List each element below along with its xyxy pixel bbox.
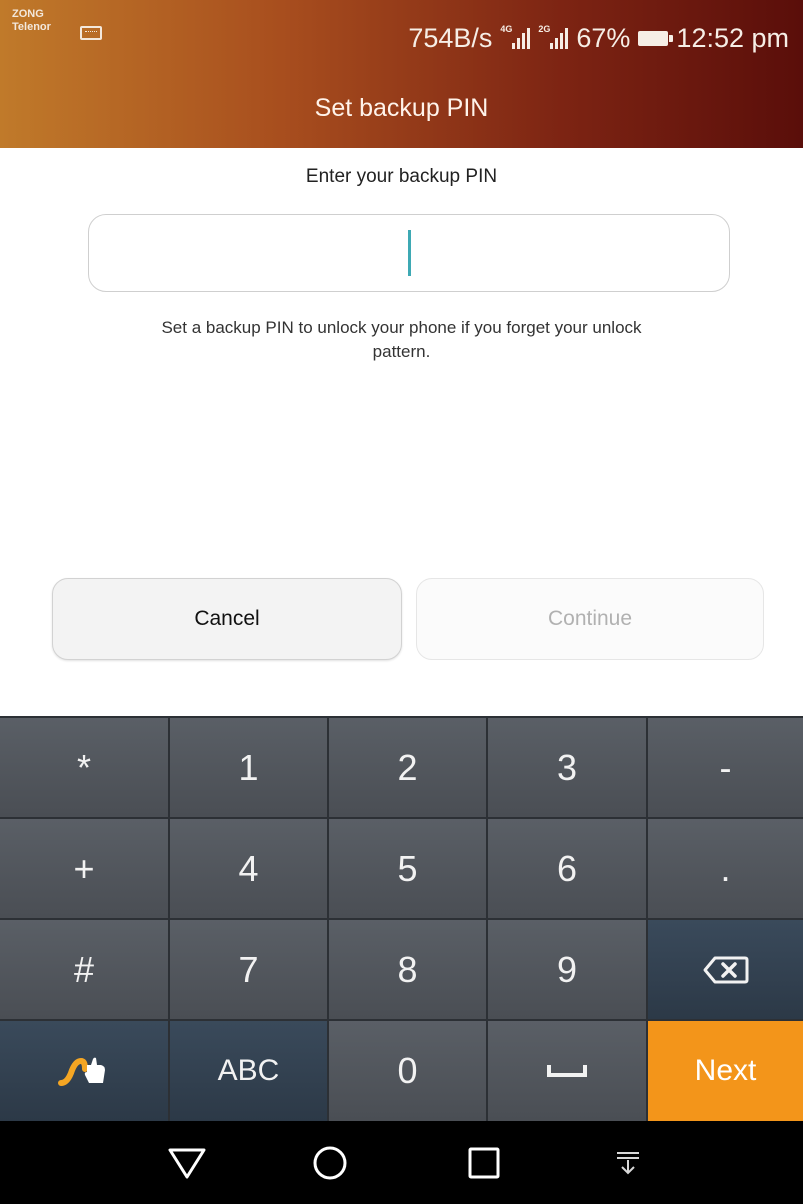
key-2[interactable]: 2	[329, 718, 486, 817]
key-asterisk[interactable]: *	[0, 718, 168, 817]
pin-hint-line-1: Set a backup PIN to unlock your phone if…	[161, 318, 642, 337]
pin-prompt: Enter your backup PIN	[305, 166, 498, 187]
home-icon	[313, 1146, 347, 1180]
key-3[interactable]: 3	[488, 718, 646, 817]
carrier-2: Telenor	[12, 21, 51, 33]
app-header: ZONG Telenor 754B/s 4G 2G 67% 12:52 pm S…	[0, 0, 803, 148]
key-1[interactable]: 1	[170, 718, 327, 817]
status-bar: ZONG Telenor 754B/s 4G 2G 67% 12:52 pm	[0, 0, 803, 76]
status-indicators: 754B/s 4G 2G 67% 12:52 pm	[408, 20, 789, 56]
home-button[interactable]	[310, 1143, 350, 1183]
back-button[interactable]	[167, 1143, 207, 1183]
keyboard-icon	[80, 26, 102, 40]
cancel-button[interactable]: Cancel	[52, 578, 402, 660]
backspace-icon	[703, 956, 748, 983]
key-plus[interactable]: +	[0, 819, 168, 918]
carrier-names: ZONG Telenor	[12, 8, 51, 34]
key-hash[interactable]: #	[0, 920, 168, 1019]
page-title: Set backup PIN	[314, 93, 489, 122]
sim2-network-type: 2G	[538, 24, 551, 34]
key-abc[interactable]: ABC	[170, 1021, 327, 1121]
key-7[interactable]: 7	[170, 920, 327, 1019]
text-caret	[407, 230, 411, 276]
key-8[interactable]: 8	[329, 920, 486, 1019]
key-period[interactable]: .	[648, 819, 803, 918]
key-minus[interactable]: -	[648, 718, 803, 817]
key-0[interactable]: 0	[329, 1021, 486, 1121]
pin-input[interactable]	[88, 214, 730, 292]
key-swype[interactable]	[0, 1021, 168, 1121]
key-9[interactable]: 9	[488, 920, 646, 1019]
recent-apps-button[interactable]	[464, 1143, 504, 1183]
battery-percent: 67%	[576, 22, 631, 53]
space-icon	[547, 1065, 587, 1077]
carrier-1: ZONG	[12, 8, 44, 20]
back-icon	[168, 1148, 206, 1179]
key-space[interactable]	[488, 1021, 646, 1121]
battery-icon	[638, 30, 674, 46]
sim1-network-type: 4G	[500, 24, 513, 34]
navigation-bar	[0, 1121, 803, 1204]
notifications-button[interactable]	[608, 1143, 648, 1183]
pin-setup-panel: Enter your backup PIN Set a backup PIN t…	[0, 148, 803, 715]
key-4[interactable]: 4	[170, 819, 327, 918]
sim1-signal-icon: 4G	[500, 24, 531, 49]
sim2-signal-icon: 2G	[538, 24, 569, 49]
continue-button[interactable]: Continue	[416, 578, 764, 660]
swype-icon	[58, 1057, 105, 1086]
notifications-icon	[617, 1152, 639, 1175]
pin-hint-line-2: pattern.	[372, 342, 431, 361]
recent-apps-icon	[468, 1147, 500, 1179]
clock: 12:52 pm	[676, 22, 789, 53]
numeric-keypad: * 1 2 3 - + 4 5 6 . # 7 8 9 ABC 0 Next	[0, 716, 803, 1121]
network-speed: 754B/s	[408, 22, 493, 53]
key-5[interactable]: 5	[329, 819, 486, 918]
key-6[interactable]: 6	[488, 819, 646, 918]
pin-hint: Set a backup PIN to unlock your phone if…	[60, 316, 743, 364]
key-next[interactable]: Next	[648, 1021, 803, 1121]
key-backspace[interactable]	[648, 920, 803, 1019]
